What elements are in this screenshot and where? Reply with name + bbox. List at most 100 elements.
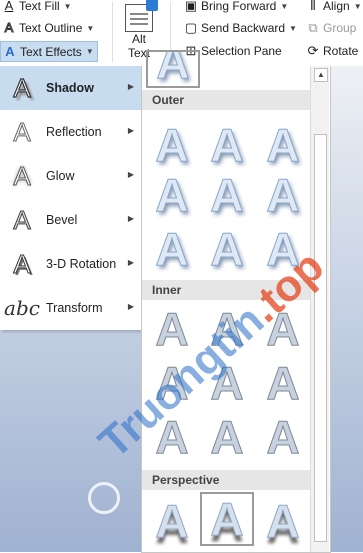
gallery-scrollbar[interactable]: ▲ [310,66,329,552]
shadow-preset-glyph: A [155,495,189,548]
chevron-right-icon: ▶ [127,170,134,179]
shadow-preset-inner[interactable]: A [256,410,310,464]
align-icon: ⫴ [310,0,316,13]
shadow-preset-glyph: A [155,223,189,276]
shadow-preset-outer[interactable]: A [200,168,254,222]
alt-text-icon [125,0,158,32]
shadow-a-icon: A [13,72,32,103]
menu-item-label: Transform [46,301,103,315]
section-header-inner: Inner [142,280,310,300]
text-outline-label: Text Outline [19,21,83,35]
watermark-bulb-icon [88,482,120,514]
scroll-up-icon[interactable]: ▲ [314,68,328,82]
group-label: Group [323,21,357,35]
shadow-preset-outer[interactable]: A [145,222,199,276]
shadow-preset-glyph: A [210,493,244,545]
chevron-down-icon: ▼ [86,23,95,33]
shadow-preset-glyph: A [155,169,189,222]
chevron-right-icon: ▶ [127,258,134,267]
text-effects-menu: A Shadow ▶ A Reflection ▶ A Glow ▶ A Bev… [0,66,142,330]
shadow-preset-glyph: A [155,357,189,410]
menu-item-label: 3-D Rotation [46,257,117,271]
section-header-perspective: Perspective [142,470,310,490]
shadow-preset-inner[interactable]: A [256,356,310,410]
group-icon: ⧉ [308,20,318,35]
shadow-preset-glyph: A [266,223,300,276]
shadow-preset-glyph: A [155,411,189,464]
text-effects-button[interactable]: A Text Effects ▼ [0,41,98,62]
text-effects-icon: A [5,43,15,59]
3d-rotation-a-icon: A [13,249,31,280]
chevron-down-icon: ▼ [289,23,297,33]
shadow-preset-glyph: A [210,411,244,464]
shadow-preset-outer[interactable]: A [145,168,199,222]
reflection-a-icon: A [13,117,31,148]
chevron-down-icon: ▼ [63,1,72,11]
selection-pane-label: Selection Pane [201,44,282,58]
chevron-right-icon: ▶ [127,214,134,223]
text-fill-icon: A [4,0,14,13]
menu-item-reflection[interactable]: A Reflection ▶ [0,110,141,154]
shadow-preset-glyph: A [155,119,189,172]
text-outline-button[interactable]: A Text Outline ▼ [2,18,94,38]
shadow-preset-outer[interactable]: A [256,118,310,172]
chevron-down-icon: ▼ [353,1,362,11]
shadow-preset-perspective[interactable]: A [145,494,199,548]
text-fill-button[interactable]: A Text Fill ▼ [2,0,72,16]
bring-forward-button[interactable]: ▣ Bring Forward ▼ [184,0,288,16]
shadow-preset-glyph: A [266,303,300,356]
menu-item-label: Glow [46,169,75,183]
transform-abc-icon: abc [4,296,40,320]
shadow-preset-outer[interactable]: A [256,222,310,276]
scroll-thumb[interactable] [314,134,327,542]
text-outline-icon: A [4,20,14,35]
shadow-preset-selected-top[interactable]: A [146,50,200,88]
shadow-preset-inner[interactable]: A [145,410,199,464]
rotate-button[interactable]: ⟳ Rotate [306,41,359,61]
chevron-right-icon: ▶ [127,126,134,135]
send-backward-icon: ▢ [184,20,198,35]
shadow-preset-perspective[interactable]: A [256,494,310,548]
menu-item-glow[interactable]: A Glow ▶ [0,154,141,198]
shadow-preset-glyph: A [210,357,244,410]
send-backward-button[interactable]: ▢ Send Backward ▼ [184,18,297,38]
shadow-preset-glyph: A [266,119,300,172]
menu-item-transform[interactable]: abc Transform ▶ [0,286,141,330]
ribbon-separator [112,2,113,62]
menu-item-label: Bevel [46,213,78,227]
menu-item-label: Reflection [46,125,102,139]
menu-item-bevel[interactable]: A Bevel ▶ [0,198,141,242]
align-label: Align [323,0,350,13]
shadow-preset-outer[interactable]: A [200,118,254,172]
shadow-preset-glyph: A [266,169,300,222]
shadow-preset-inner[interactable]: A [200,302,254,356]
shadow-preset-outer[interactable]: A [256,168,310,222]
shadow-preset-glyph: A [155,303,189,356]
shadow-preset-glyph: A [156,50,190,88]
shadow-preset-glyph: A [210,169,244,222]
rotate-icon: ⟳ [307,43,319,58]
shadow-preset-inner[interactable]: A [200,410,254,464]
bring-forward-icon: ▣ [184,0,198,13]
shadow-preset-outer[interactable]: A [200,222,254,276]
shadow-preset-glyph: A [210,119,244,172]
send-backward-label: Send Backward [201,21,286,35]
shadow-preset-inner[interactable]: A [256,302,310,356]
chevron-down-icon: ▼ [280,1,289,11]
shadow-preset-perspective-selected[interactable]: A [200,492,254,546]
menu-item-3d-rotation[interactable]: A 3-D Rotation ▶ [0,242,141,286]
align-button[interactable]: ⫴ Align ▼ [306,0,362,16]
shadow-preset-glyph: A [210,303,244,356]
chevron-right-icon: ▶ [127,82,134,91]
shadow-preset-inner[interactable]: A [145,356,199,410]
shadow-preset-glyph: A [266,357,300,410]
group-button[interactable]: ⧉ Group [306,18,356,38]
text-fill-label: Text Fill [19,0,60,13]
shadow-preset-outer[interactable]: A [145,118,199,172]
shadow-preset-glyph: A [266,411,300,464]
menu-item-shadow[interactable]: A Shadow ▶ [0,66,141,110]
text-effects-label: Text Effects [20,44,82,59]
shadow-preset-inner[interactable]: A [200,356,254,410]
chevron-down-icon: ▼ [85,47,94,56]
shadow-preset-inner[interactable]: A [145,302,199,356]
